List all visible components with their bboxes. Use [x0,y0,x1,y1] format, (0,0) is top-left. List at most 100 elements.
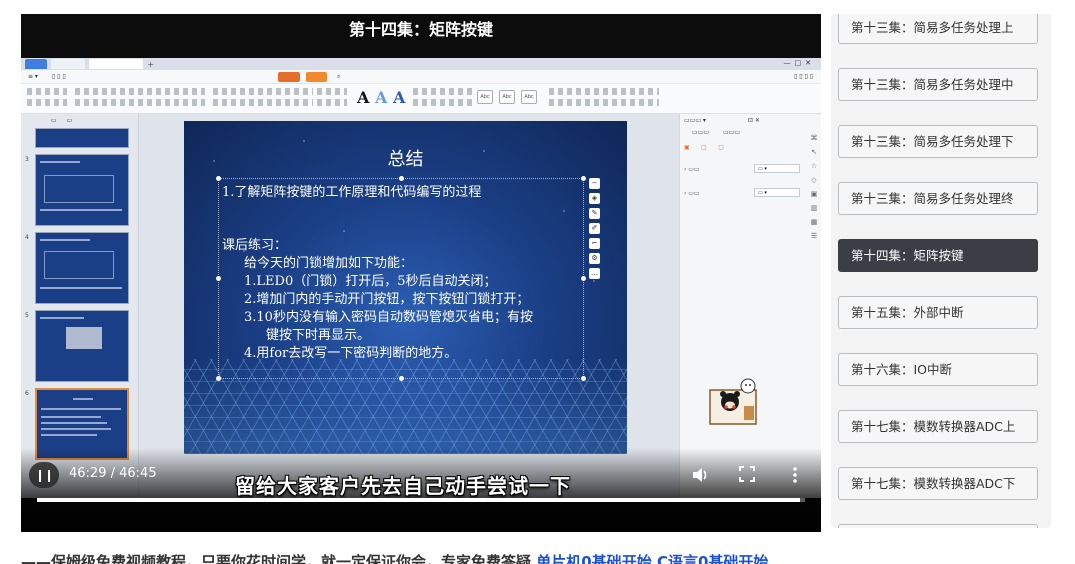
slide-editor: 总结 1.了解矩阵按键的工作原理和代码编写的过程 课后练习： 给今天的门锁增加如… [139,114,679,498]
app-menu-bar: ≡ ▾ ▯ ▯ ▯ ⌕ ▯ ▯ ▯ ▯ [21,70,821,84]
font-style-icon: A [375,88,388,107]
video-player[interactable]: 第十四集：矩阵按键 + —□✕ ≡ ▾ ▯ ▯ ▯ ⌕ ▯ ▯ ▯ ▯ A A … [21,14,821,532]
slide-line: 3.10秒内没有输入密码自动数码管熄灭省电；有按 [244,310,533,325]
text-box-icon: Abc [499,90,515,104]
list-icon: ☰ [810,232,818,240]
plus-icon: + [147,59,155,69]
current-time: 46:29 [69,466,107,481]
slide-title: 总结 [387,149,424,170]
ribbon-group [27,88,67,110]
app-ribbon: A A A Abc Abc Abc [21,84,821,114]
ribbon-group [213,88,313,110]
playlist-item[interactable]: 第十七集：模数转换器ADC上 [838,410,1038,443]
cursor-icon: ↖ [811,148,817,156]
menu-item [138,70,160,84]
time-display: 46:29 / 46:45 [69,466,157,481]
menu-item-highlighted [305,71,327,82]
playlist-item[interactable]: 第十三集：简易多任务处理中 [838,68,1038,101]
menu-item-highlighted [278,71,300,82]
app-tab-ppt [89,59,144,69]
float-toolbar: − ◈ ✎ ✐ ⌐ ⚙ … [589,178,601,283]
progress-fill [37,498,801,502]
resize-handle [581,376,586,381]
layers-icon: ◈ [589,193,600,204]
property-select: ▭ ▾ [754,164,800,173]
menu-item [203,70,225,84]
menu-item: ▯ ▯ ▯ [51,72,66,80]
progress-bar[interactable] [37,498,805,502]
font-style-icon: A [393,88,406,107]
pen-icon: ✎ [589,208,600,219]
slide-thumbnail [35,128,129,148]
more-vertical-icon [793,467,797,483]
menu-item [224,70,249,84]
ribbon-group [413,88,473,110]
property-select: ▭ ▾ [754,188,800,197]
shape-icon: ◇ [811,176,817,184]
property-tabs: ▭▭▭ ▭▭▭ [692,129,741,136]
edit-icon: ✐ [589,223,600,234]
volume-button[interactable] [691,466,709,488]
promo-description: ——保姆级免费视频教程，只要你花时间学，就一定保证你会，专家免费答疑 [21,553,532,564]
slide-thumbnail [35,232,129,304]
playlist-item[interactable]: 第十五集：外部中断 [838,296,1038,329]
menu-item [73,70,95,84]
slide-line: 课后练习： [222,238,288,253]
pause-button[interactable]: ❙❙ [29,462,59,488]
playlist-item[interactable]: 第十六集：IO中断 [838,353,1038,386]
window-controls-icon: —□✕ [783,59,815,67]
minus-icon: − [589,178,600,189]
resize-handle [216,376,221,381]
grid-icon: ▦ [810,218,818,226]
resize-handle [581,176,586,181]
playlist-item-current[interactable]: 第十四集：矩阵按键 [838,239,1038,272]
slide-line: 给今天的门锁增加如下功能： [244,256,414,271]
property-pane-title: ▭▭▭ ▾ ⊡ ✕ [684,117,760,124]
menu-right-icons: ▯ ▯ ▯ ▯ [794,73,813,80]
video-subtitle: 留给大家客户先去自己动手尝试一下 [235,474,571,498]
menu-item [250,70,275,84]
menu-item: ≡ ▾ [28,72,38,80]
more-icon: … [589,268,600,279]
slide-thumbnail [35,154,129,226]
slide-line: 键按下时再显示。 [266,328,371,343]
side-icon-strip: ⌘ ↖ ☆ ◇ ▣ ▥ ▦ ☰ [809,134,819,240]
ribbon-group [75,88,205,110]
more-options-button[interactable] [791,466,799,488]
app-tab-bar: + —□✕ [21,58,821,70]
menu-item [181,70,203,84]
playlist-item[interactable]: 第十七集：模数转换器ADC下 [838,467,1038,500]
image-icon: ▣ [810,190,818,198]
fullscreen-button[interactable] [739,466,755,486]
resize-handle [399,376,404,381]
page: 第十四集：矩阵按键 + —□✕ ≡ ▾ ▯ ▯ ▯ ⌕ ▯ ▯ ▯ ▯ A A … [0,0,1075,564]
playlist-item-partial[interactable] [838,524,1038,528]
playlist-item[interactable]: 第十三集：简易多任务处理下 [838,125,1038,158]
slide-line: 1.了解矩阵按键的工作原理和代码编写的过程 [222,185,482,200]
menu-item [116,70,138,84]
thumbnail-tabs: ▭ ▭ [51,117,73,124]
property-tab-icons: ▣ ▢ ▢ [684,144,724,151]
resize-handle [216,176,221,181]
time-separator: / [106,466,120,481]
menu-item [94,70,116,84]
volume-icon [693,468,707,482]
star-icon: ☆ [810,162,818,170]
slide-line: 4.用for去改写一下密码判断的地方。 [244,346,458,361]
resize-handle [216,276,221,281]
link-mcu-basics[interactable]: 单片机0基础开始 [536,553,651,564]
playlist-item[interactable]: 第十三集：简易多任务处理终 [838,182,1038,215]
video-title: 第十四集：矩阵按键 [348,20,493,39]
slide-line: 2.增加门内的手动开门按钮，按下按钮门锁打开； [244,292,530,307]
playlist-item[interactable]: 第十三集：简易多任务处理上 [838,14,1038,44]
property-row: › ▭▭ [684,166,700,173]
link-c-basics[interactable]: C语言0基础开始 [657,553,768,564]
ribbon-group [549,88,659,110]
text-box-icon: Abc [521,90,537,104]
search-icon: ⌕ [336,72,341,80]
menu-item [159,70,181,84]
app-tab-doc [50,59,86,69]
video-frame[interactable]: + —□✕ ≡ ▾ ▯ ▯ ▯ ⌕ ▯ ▯ ▯ ▯ A A A Abc Abc … [21,58,821,498]
total-time: 46:45 [119,466,157,481]
resize-handle [581,276,586,281]
